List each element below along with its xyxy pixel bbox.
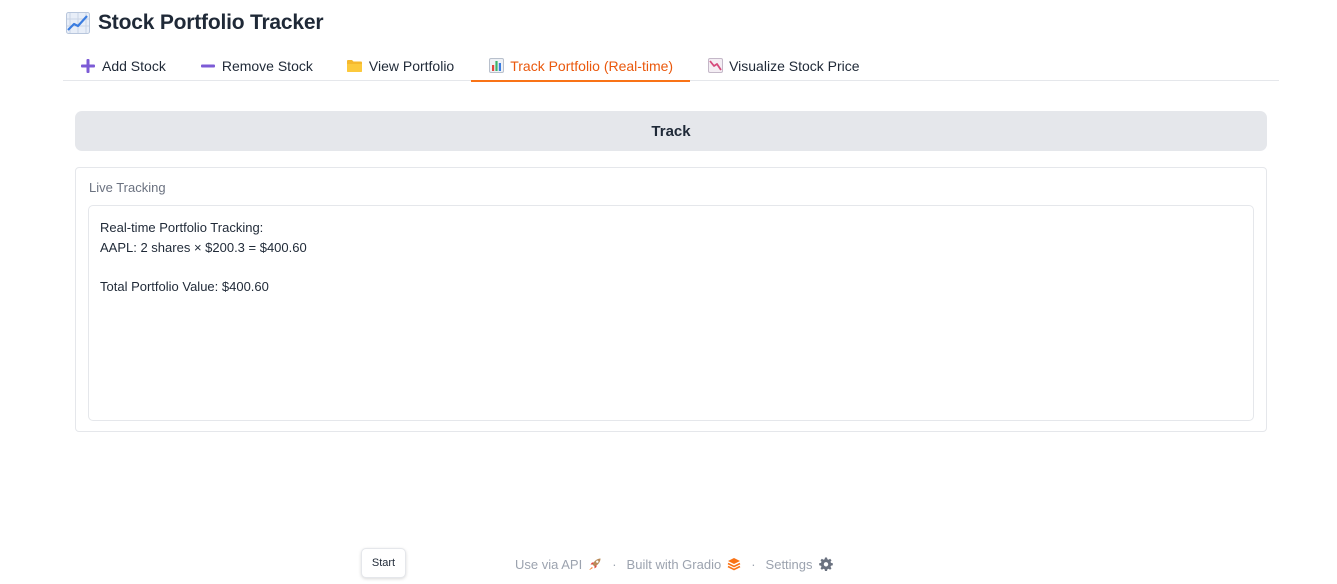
tab-visualize-stock-price[interactable]: Visualize Stock Price — [690, 50, 876, 81]
folder-icon — [347, 58, 363, 74]
tab-view-portfolio[interactable]: View Portfolio — [330, 50, 471, 81]
api-link-label: Use via API — [515, 556, 583, 572]
start-button[interactable]: Start — [361, 548, 406, 578]
settings-link[interactable]: Settings — [766, 557, 833, 572]
tab-label: Track Portfolio (Real-time) — [510, 57, 674, 74]
tab-track-portfolio[interactable]: Track Portfolio (Real-time) — [471, 50, 690, 82]
tab-label: Visualize Stock Price — [729, 57, 860, 74]
gradio-logo-icon — [727, 558, 741, 571]
plus-icon — [80, 58, 96, 74]
use-via-api-link[interactable]: Use via API — [515, 557, 602, 572]
built-with-gradio-link[interactable]: Built with Gradio — [627, 557, 742, 572]
page-title: Stock Portfolio Tracker — [98, 11, 324, 34]
app-header: Stock Portfolio Tracker — [66, 10, 324, 36]
tab-label: Remove Stock — [221, 57, 313, 74]
rocket-icon — [589, 558, 601, 570]
footer-separator: · — [751, 556, 756, 572]
tab-label: Add Stock — [102, 57, 166, 74]
tab-remove-stock[interactable]: Remove Stock — [183, 50, 330, 81]
output-label: Live Tracking — [89, 180, 166, 195]
footer-separator: · — [612, 556, 617, 572]
gear-icon — [818, 557, 833, 571]
live-tracking-panel: Live Tracking Real-time Portfolio Tracki… — [75, 167, 1267, 432]
tab-label: View Portfolio — [368, 57, 455, 74]
gradio-link-label: Built with Gradio — [626, 556, 722, 572]
settings-link-label: Settings — [765, 556, 813, 572]
tab-add-stock[interactable]: Add Stock — [63, 50, 183, 81]
tab-bar: Add Stock Remove Stock View Portfolio Tr… — [63, 50, 1279, 82]
track-button[interactable]: Track — [75, 111, 1267, 151]
minus-icon — [200, 58, 216, 74]
chart-increasing-icon — [66, 12, 90, 34]
bar-chart-icon — [488, 58, 504, 74]
live-tracking-output[interactable]: Real-time Portfolio Tracking: AAPL: 2 sh… — [88, 205, 1254, 421]
chart-decreasing-icon — [707, 58, 723, 74]
footer: Use via API · Built with Gradio · Settin… — [515, 555, 833, 573]
